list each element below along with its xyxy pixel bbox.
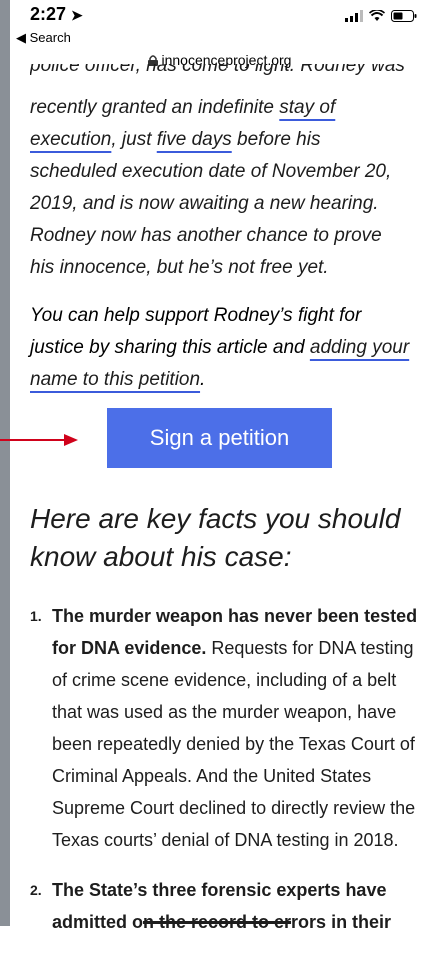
- key-facts-list: 1. The murder weapon has never been test…: [30, 600, 420, 956]
- article-paragraph-2: You can help support Rodney’s fight for …: [30, 300, 410, 396]
- cut-off-line: police officer, has come to light. Rodne…: [30, 64, 410, 84]
- list-item-number: 2.: [30, 882, 42, 898]
- cut-off-text: police officer, has come to light. Rodne…: [30, 64, 405, 76]
- fact-bold-text-end: rors in their: [291, 912, 392, 932]
- paragraph-2: You can help support Rodney’s fight for …: [30, 300, 410, 396]
- status-icons: [345, 10, 417, 22]
- p1-text-a: recently granted an indefinite: [30, 97, 280, 118]
- back-to-search-link[interactable]: ◀ Search: [16, 30, 71, 46]
- sign-petition-button[interactable]: Sign a petition: [107, 408, 332, 468]
- fact-body-text: Requests for DNA testing of crime scene …: [52, 638, 416, 850]
- five-days-link[interactable]: five days: [157, 129, 232, 150]
- p2-text-b: .: [200, 369, 206, 390]
- status-time: 2:27 ➤: [30, 4, 83, 25]
- article-paragraph-1: recently granted an indefinite stay of e…: [30, 92, 410, 284]
- location-arrow-icon: ➤: [71, 7, 83, 23]
- battery-icon: [391, 10, 417, 22]
- cellular-signal-icon: [345, 10, 363, 22]
- left-edge-bar: [0, 0, 10, 926]
- paragraph-1: recently granted an indefinite stay of e…: [30, 92, 410, 284]
- list-item-number: 1.: [30, 608, 42, 624]
- list-item: 1. The murder weapon has never been test…: [30, 600, 420, 856]
- key-facts-heading: Here are key facts you should know about…: [30, 503, 401, 572]
- wifi-icon: [369, 10, 385, 21]
- fact-strikethrough-text: n the record to er: [143, 912, 292, 932]
- time-text: 2:27: [30, 4, 67, 24]
- list-item: 2. The State’s three forensic experts ha…: [30, 874, 420, 938]
- red-arrow-annotation: [0, 434, 78, 446]
- p1-text-b: , just: [111, 129, 157, 150]
- p1-text-c: before his scheduled execution date of N…: [30, 129, 392, 278]
